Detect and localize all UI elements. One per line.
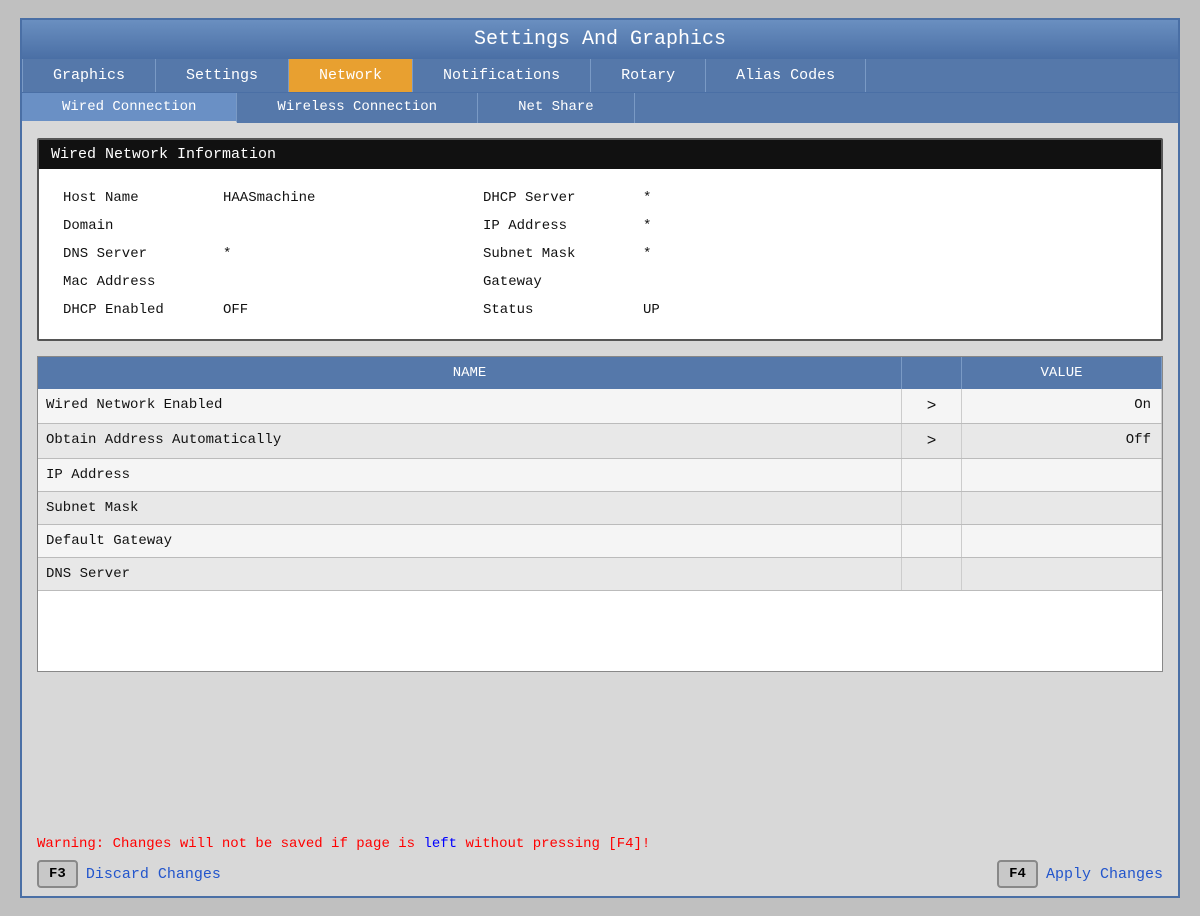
f3-key-button[interactable]: F3 bbox=[37, 860, 78, 888]
tab-graphics[interactable]: Graphics bbox=[22, 59, 156, 92]
dhcp-enabled-label: DHCP Enabled bbox=[59, 296, 219, 324]
domain-value bbox=[219, 212, 479, 240]
table-row[interactable]: Wired Network Enabled > On bbox=[38, 389, 1162, 424]
info-grid: Host Name HAASmachine DHCP Server * Doma… bbox=[39, 169, 1161, 339]
sub-tab-wireless[interactable]: Wireless Connection bbox=[237, 93, 478, 123]
footer: Warning: Changes will not be saved if pa… bbox=[22, 828, 1178, 896]
row-name: Obtain Address Automatically bbox=[38, 424, 902, 458]
dhcp-server-label: DHCP Server bbox=[479, 184, 639, 212]
host-name-value: HAASmachine bbox=[219, 184, 479, 212]
row-arrow bbox=[902, 558, 962, 590]
settings-table: NAME VALUE Wired Network Enabled > On Ob… bbox=[37, 356, 1163, 672]
main-tab-bar: Graphics Settings Network Notifications … bbox=[22, 59, 1178, 92]
mac-address-label: Mac Address bbox=[59, 268, 219, 296]
footer-right: F4 Apply Changes bbox=[997, 860, 1163, 888]
table-row[interactable]: Subnet Mask bbox=[38, 492, 1162, 525]
status-label: Status bbox=[479, 296, 639, 324]
row-name: Default Gateway bbox=[38, 525, 902, 557]
row-arrow bbox=[902, 525, 962, 557]
dhcp-server-value: * bbox=[639, 184, 759, 212]
dns-server-value: * bbox=[219, 240, 479, 268]
row-arrow: > bbox=[902, 424, 962, 458]
col-arrow-header bbox=[902, 357, 962, 389]
subnet-mask-label: Subnet Mask bbox=[479, 240, 639, 268]
row-value bbox=[962, 459, 1162, 491]
domain-label: Domain bbox=[59, 212, 219, 240]
table-row[interactable]: Default Gateway bbox=[38, 525, 1162, 558]
subnet-mask-value: * bbox=[639, 240, 759, 268]
col-name-header: NAME bbox=[38, 357, 902, 389]
ip-address-label: IP Address bbox=[479, 212, 639, 240]
warning-highlight: left bbox=[423, 836, 457, 852]
dns-server-label: DNS Server bbox=[59, 240, 219, 268]
sub-tab-bar: Wired Connection Wireless Connection Net… bbox=[22, 92, 1178, 123]
gateway-value bbox=[639, 268, 759, 296]
row-value: On bbox=[962, 389, 1162, 423]
discard-changes-button[interactable]: Discard Changes bbox=[86, 866, 221, 883]
sub-tab-net-share[interactable]: Net Share bbox=[478, 93, 635, 123]
f4-key-button[interactable]: F4 bbox=[997, 860, 1038, 888]
row-value bbox=[962, 492, 1162, 524]
row-name: Wired Network Enabled bbox=[38, 389, 902, 423]
host-name-label: Host Name bbox=[59, 184, 219, 212]
main-window: Settings And Graphics Graphics Settings … bbox=[20, 18, 1180, 898]
table-row[interactable]: IP Address bbox=[38, 459, 1162, 492]
sub-tab-wired[interactable]: Wired Connection bbox=[22, 93, 237, 123]
apply-changes-button[interactable]: Apply Changes bbox=[1046, 866, 1163, 883]
tab-alias-codes[interactable]: Alias Codes bbox=[706, 59, 866, 92]
row-name: Subnet Mask bbox=[38, 492, 902, 524]
row-value bbox=[962, 525, 1162, 557]
content-area: Wired Network Information Host Name HAAS… bbox=[22, 123, 1178, 828]
tab-settings[interactable]: Settings bbox=[156, 59, 289, 92]
row-arrow: > bbox=[902, 389, 962, 423]
ip-address-value: * bbox=[639, 212, 759, 240]
row-value: Off bbox=[962, 424, 1162, 458]
col-value-header: VALUE bbox=[962, 357, 1162, 389]
tab-network[interactable]: Network bbox=[289, 59, 413, 92]
table-row[interactable]: DNS Server bbox=[38, 558, 1162, 591]
warning-message: Warning: Changes will not be saved if pa… bbox=[37, 836, 1163, 852]
dhcp-enabled-value: OFF bbox=[219, 296, 479, 324]
title-bar: Settings And Graphics bbox=[22, 20, 1178, 59]
gateway-label: Gateway bbox=[479, 268, 639, 296]
mac-address-value bbox=[219, 268, 479, 296]
row-arrow bbox=[902, 492, 962, 524]
row-name: DNS Server bbox=[38, 558, 902, 590]
window-title: Settings And Graphics bbox=[474, 28, 726, 51]
table-empty-area bbox=[38, 591, 1162, 671]
row-value bbox=[962, 558, 1162, 590]
footer-buttons: F3 Discard Changes F4 Apply Changes bbox=[37, 860, 1163, 888]
tab-notifications[interactable]: Notifications bbox=[413, 59, 591, 92]
row-arrow bbox=[902, 459, 962, 491]
row-name: IP Address bbox=[38, 459, 902, 491]
settings-table-header: NAME VALUE bbox=[38, 357, 1162, 389]
table-row[interactable]: Obtain Address Automatically > Off bbox=[38, 424, 1162, 459]
info-box-title: Wired Network Information bbox=[39, 140, 1161, 169]
tab-rotary[interactable]: Rotary bbox=[591, 59, 706, 92]
status-value: UP bbox=[639, 296, 759, 324]
wired-network-info-box: Wired Network Information Host Name HAAS… bbox=[37, 138, 1163, 341]
